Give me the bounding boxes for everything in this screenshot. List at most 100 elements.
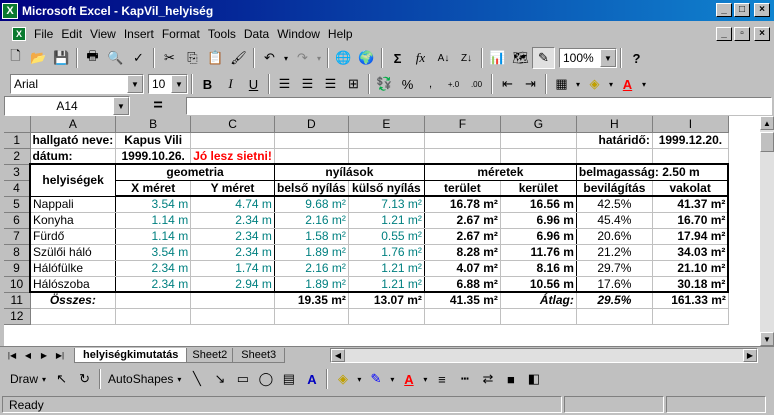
arrow-icon[interactable]: ↘ bbox=[208, 368, 231, 390]
col-header-a[interactable]: A bbox=[30, 116, 117, 133]
rectangle-icon[interactable]: ▭ bbox=[231, 368, 254, 390]
autosum-icon[interactable]: Σ bbox=[386, 47, 409, 69]
cell-h4[interactable]: bevilágítás bbox=[576, 180, 653, 197]
excel-app-icon[interactable]: X bbox=[2, 2, 18, 19]
sheet-tab-sheet3[interactable]: Sheet3 bbox=[232, 348, 286, 363]
line-color-icon[interactable]: ✎ bbox=[364, 368, 387, 390]
menu-help[interactable]: Help bbox=[324, 27, 357, 41]
wordart-icon[interactable]: A bbox=[300, 368, 323, 390]
undo-icon[interactable]: ↶ bbox=[258, 47, 281, 69]
menu-window[interactable]: Window bbox=[273, 27, 324, 41]
menu-view[interactable]: View bbox=[86, 27, 120, 41]
chevron-down-icon[interactable]: ▼ bbox=[600, 49, 616, 67]
cell-e7[interactable]: 0.55 m² bbox=[348, 228, 425, 245]
font-color-dropdown-icon[interactable]: ▾ bbox=[639, 73, 649, 95]
cell-a10[interactable]: Hálószoba bbox=[29, 276, 117, 293]
cell-c2[interactable]: Jó lesz sietni! bbox=[190, 148, 275, 165]
row-header-9[interactable]: 9 bbox=[4, 260, 31, 277]
col-header-b[interactable]: B bbox=[115, 116, 192, 133]
increase-decimal-icon[interactable]: +.0 bbox=[442, 73, 465, 95]
cell-f10[interactable]: 6.88 m² bbox=[424, 276, 501, 293]
comma-style-icon[interactable]: , bbox=[419, 73, 442, 95]
cell-h2[interactable] bbox=[576, 148, 653, 165]
cell-d4[interactable]: belső nyílás bbox=[274, 180, 349, 197]
cell-f6[interactable]: 2.67 m² bbox=[424, 212, 501, 229]
cell-f11[interactable]: 41.35 m² bbox=[424, 292, 501, 309]
autoshapes-menu-button[interactable]: AutoShapes bbox=[104, 372, 177, 386]
cell-i4[interactable]: vakolat bbox=[652, 180, 730, 197]
cell-h6[interactable]: 45.4% bbox=[576, 212, 653, 229]
free-rotate-icon[interactable]: ↻ bbox=[73, 368, 96, 390]
cell-c5[interactable]: 4.74 m bbox=[190, 196, 275, 213]
cell-b1[interactable]: Kapus Vili bbox=[115, 132, 192, 149]
cell-g9[interactable]: 8.16 m bbox=[500, 260, 577, 277]
cell-i1[interactable]: 1999.12.20. bbox=[652, 132, 729, 149]
borders-icon[interactable]: ▦ bbox=[550, 73, 573, 95]
cell-b2[interactable]: 1999.10.26. bbox=[115, 148, 192, 165]
row-header-5[interactable]: 5 bbox=[4, 196, 31, 213]
underline-icon[interactable]: U bbox=[242, 73, 265, 95]
menu-data[interactable]: Data bbox=[240, 27, 273, 41]
print-icon[interactable]: 🖶 bbox=[81, 47, 104, 69]
cell-h7[interactable]: 20.6% bbox=[576, 228, 653, 245]
horizontal-scrollbar[interactable]: ◀ ▶ bbox=[330, 348, 758, 363]
cell-h5[interactable]: 42.5% bbox=[576, 196, 653, 213]
fill-color-icon[interactable]: ◈ bbox=[331, 368, 354, 390]
cell-b7[interactable]: 1.14 m bbox=[115, 228, 192, 245]
paste-icon[interactable]: 📋 bbox=[204, 47, 227, 69]
cell-b5[interactable]: 3.54 m bbox=[115, 196, 192, 213]
undo-dropdown-icon[interactable]: ▾ bbox=[281, 47, 291, 69]
cell-i5[interactable]: 41.37 m² bbox=[652, 196, 730, 213]
cell-i8[interactable]: 34.03 m² bbox=[652, 244, 730, 261]
cell-f5[interactable]: 16.78 m² bbox=[424, 196, 501, 213]
cell-a5[interactable]: Nappali bbox=[29, 196, 117, 213]
maximize-button[interactable]: □ bbox=[734, 3, 750, 17]
cell-g5[interactable]: 16.56 m bbox=[500, 196, 577, 213]
col-header-i[interactable]: I bbox=[652, 116, 729, 133]
cell-b6[interactable]: 1.14 m bbox=[115, 212, 192, 229]
borders-dropdown-icon[interactable]: ▾ bbox=[573, 73, 583, 95]
last-sheet-icon[interactable]: ▶| bbox=[52, 349, 68, 363]
cell-b11[interactable] bbox=[115, 292, 192, 309]
cell-f3[interactable]: méretek bbox=[424, 163, 577, 181]
cell-i9[interactable]: 21.10 m² bbox=[652, 260, 730, 277]
cell-g8[interactable]: 11.76 m bbox=[500, 244, 577, 261]
cell-h12[interactable] bbox=[576, 308, 653, 325]
menu-insert[interactable]: Insert bbox=[120, 27, 158, 41]
text-box-icon[interactable]: ▤ bbox=[277, 368, 300, 390]
cell-c6[interactable]: 2.34 m bbox=[190, 212, 275, 229]
scroll-up-icon[interactable]: ▲ bbox=[760, 116, 774, 130]
chevron-down-icon[interactable]: ▼ bbox=[113, 97, 129, 115]
cell-h9[interactable]: 29.7% bbox=[576, 260, 653, 277]
workbook-icon[interactable]: X bbox=[12, 26, 26, 41]
cell-i7[interactable]: 17.94 m² bbox=[652, 228, 730, 245]
cell-i6[interactable]: 16.70 m² bbox=[652, 212, 730, 229]
cell-d8[interactable]: 1.89 m² bbox=[274, 244, 349, 261]
draw-menu-button[interactable]: Draw bbox=[6, 372, 42, 386]
cell-f8[interactable]: 8.28 m² bbox=[424, 244, 501, 261]
cell-e8[interactable]: 1.76 m² bbox=[348, 244, 425, 261]
spelling-icon[interactable]: ✓ bbox=[127, 47, 150, 69]
cell-d7[interactable]: 1.58 m² bbox=[274, 228, 349, 245]
formula-input[interactable] bbox=[186, 97, 772, 115]
cell-a2[interactable]: dátum: bbox=[30, 148, 117, 165]
paste-function-icon[interactable]: fx bbox=[409, 47, 432, 69]
web-toolbar-icon[interactable]: 🌍 bbox=[355, 47, 378, 69]
currency-icon[interactable]: 💱 bbox=[373, 73, 396, 95]
cell-d5[interactable]: 9.68 m² bbox=[274, 196, 349, 213]
redo-dropdown-icon[interactable]: ▾ bbox=[314, 47, 324, 69]
cell-g1[interactable] bbox=[500, 132, 577, 149]
cell-h8[interactable]: 21.2% bbox=[576, 244, 653, 261]
sheet-tab-helyisegkimutatas[interactable]: helyiségkimutatás bbox=[74, 348, 188, 363]
cell-d11[interactable]: 19.35 m² bbox=[274, 292, 349, 309]
align-left-icon[interactable]: ☰ bbox=[273, 73, 296, 95]
drawing-toggle-icon[interactable]: ✎ bbox=[532, 47, 555, 69]
print-preview-icon[interactable]: 🔍 bbox=[104, 47, 127, 69]
minimize-button[interactable]: _ bbox=[716, 3, 732, 17]
cell-a11[interactable]: Összes: bbox=[30, 292, 117, 309]
font-color-dropdown-icon[interactable]: ▾ bbox=[420, 368, 430, 390]
arrow-style-icon[interactable]: ⇄ bbox=[476, 368, 499, 390]
open-icon[interactable]: 📂 bbox=[27, 47, 50, 69]
cell-f4[interactable]: terület bbox=[424, 180, 501, 197]
cell-e5[interactable]: 7.13 m² bbox=[348, 196, 425, 213]
